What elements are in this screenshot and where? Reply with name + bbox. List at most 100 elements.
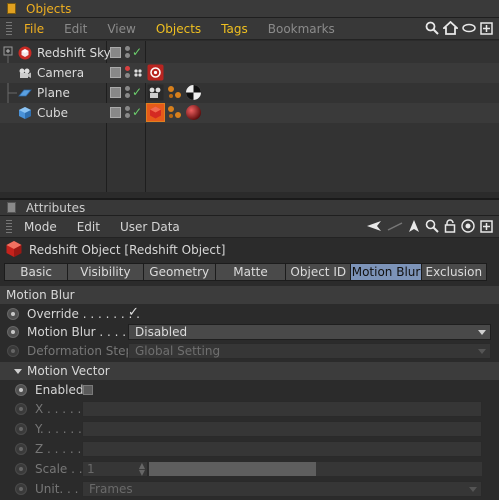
section-motion-blur: Motion Blur (0, 286, 499, 304)
back-arrow-icon[interactable] (366, 220, 382, 235)
motion-blur-value: Disabled (135, 325, 188, 339)
forward-arrow-icon[interactable] (387, 220, 403, 235)
menu-user-data[interactable]: User Data (120, 220, 180, 234)
param-enabled: Enabled (0, 380, 499, 400)
render-dots[interactable] (125, 66, 131, 80)
collapse-triangle-icon[interactable] (14, 368, 22, 374)
object-manager-tree: Redshift Sky ✓ Camera Plane ✓ Cube ✓ (0, 41, 499, 192)
menu-tags[interactable]: Tags (221, 22, 248, 36)
tab-matte[interactable]: Matte (214, 263, 287, 281)
menu-objects[interactable]: Objects (156, 22, 201, 36)
chevron-down-icon (469, 487, 477, 492)
render-dots[interactable] (125, 46, 131, 60)
grip-handle-icon[interactable] (6, 219, 12, 234)
render-dots[interactable] (125, 86, 131, 100)
animation-key-icon[interactable] (7, 326, 19, 338)
menu-bookmarks[interactable]: Bookmarks (268, 22, 335, 36)
search-icon[interactable] (425, 21, 439, 35)
attributes-panel-title-bar: Attributes (0, 198, 499, 216)
section-motion-vector[interactable]: Motion Vector (0, 362, 499, 380)
panel-square-icon (7, 202, 16, 213)
tree-row-plane[interactable]: Plane ✓ (0, 83, 499, 103)
tree-row-redshift-sky[interactable]: Redshift Sky ✓ (0, 43, 499, 63)
visibility-toggle[interactable] (110, 87, 121, 98)
x-field[interactable] (82, 401, 482, 417)
material-tag-icon[interactable] (185, 84, 202, 101)
motion-blur-dropdown[interactable]: Disabled (128, 324, 491, 340)
menu-edit[interactable]: Edit (77, 220, 100, 234)
up-arrow-icon[interactable] (408, 219, 420, 236)
tab-exclusion[interactable]: Exclusion (420, 263, 487, 281)
x-label: X . . . . . (35, 402, 82, 416)
y-label: Y. . . . . . (35, 422, 82, 436)
redshift-object-tag-icon[interactable] (147, 84, 164, 101)
animation-key-icon[interactable] (15, 463, 27, 475)
menu-view[interactable]: View (107, 22, 135, 36)
animation-key-icon[interactable] (7, 308, 19, 320)
z-field[interactable] (82, 441, 482, 457)
camera-dots-icon (133, 66, 143, 83)
lock-icon[interactable] (444, 219, 456, 236)
chevron-down-icon (478, 349, 486, 354)
texture-tag-icon[interactable] (166, 84, 183, 101)
unit-label: Unit. . . . (35, 482, 87, 496)
enabled-check-icon[interactable]: ✓ (132, 105, 142, 119)
animation-key-icon[interactable] (15, 443, 27, 455)
tab-visibility[interactable]: Visibility (67, 263, 144, 281)
param-z: Z . . . . . . (0, 439, 499, 459)
enabled-checkbox[interactable] (83, 385, 93, 395)
unit-value: Frames (89, 482, 133, 496)
tab-object-id[interactable]: Object ID (285, 263, 352, 281)
animation-key-icon[interactable] (15, 423, 27, 435)
tab-basic[interactable]: Basic (4, 263, 69, 281)
enabled-check-icon[interactable]: ✓ (132, 45, 142, 59)
object-header: Redshift Object [Redshift Object] (0, 238, 499, 262)
cube-icon (18, 106, 32, 120)
deformation-steps-dropdown[interactable]: Global Setting (128, 343, 491, 359)
redshift-sky-icon (18, 46, 32, 60)
attributes-menu-bar: Mode Edit User Data (0, 216, 499, 238)
target-icon[interactable] (461, 219, 475, 236)
panel-square-icon (7, 3, 16, 14)
plane-icon (18, 86, 32, 100)
redshift-object-icon (5, 240, 23, 261)
scale-number-field[interactable]: 1 ▲ ▼ (82, 461, 148, 477)
animation-key-icon[interactable] (15, 384, 27, 396)
tree-row-label: Redshift Sky (37, 46, 111, 60)
y-field[interactable] (82, 421, 482, 437)
material-sphere-tag-icon[interactable] (185, 104, 202, 121)
chevron-down-icon (478, 330, 486, 335)
scale-slider-fill (149, 462, 316, 476)
override-checkbox[interactable]: ✓ (128, 305, 139, 320)
tab-motion-blur[interactable]: Motion Blur (350, 263, 422, 281)
search-icon[interactable] (425, 219, 439, 236)
home-icon[interactable] (443, 21, 458, 35)
tree-row-cube[interactable]: Cube ✓ (0, 103, 499, 123)
menu-file[interactable]: File (24, 22, 44, 36)
render-dots[interactable] (125, 106, 131, 120)
param-scale: Scale . . 1 ▲ ▼ (0, 459, 499, 479)
animation-key-icon[interactable] (15, 483, 27, 495)
redshift-camera-tag-icon[interactable] (147, 64, 164, 81)
visibility-toggle[interactable] (110, 47, 121, 58)
animation-key-icon[interactable] (15, 403, 27, 415)
visibility-toggle[interactable] (110, 107, 121, 118)
eye-icon[interactable] (462, 23, 476, 33)
scale-slider[interactable] (149, 462, 482, 476)
param-y: Y. . . . . . (0, 419, 499, 439)
new-panel-icon[interactable] (480, 219, 493, 236)
visibility-toggle[interactable] (110, 67, 121, 78)
tab-geometry[interactable]: Geometry (142, 263, 216, 281)
menu-edit[interactable]: Edit (64, 22, 87, 36)
menu-mode[interactable]: Mode (24, 220, 57, 234)
tree-row-label: Plane (37, 86, 70, 100)
spinner-arrows-icon[interactable]: ▲ ▼ (139, 462, 145, 477)
animation-key-icon[interactable] (7, 345, 19, 357)
enabled-check-icon[interactable]: ✓ (132, 85, 142, 99)
new-panel-icon[interactable] (480, 21, 493, 35)
tree-row-camera[interactable]: Camera (0, 63, 499, 83)
redshift-object-tag-selected-icon[interactable] (146, 103, 165, 122)
grip-handle-icon[interactable] (6, 21, 12, 36)
texture-tag-icon[interactable] (166, 104, 183, 121)
unit-dropdown[interactable]: Frames (82, 481, 482, 497)
